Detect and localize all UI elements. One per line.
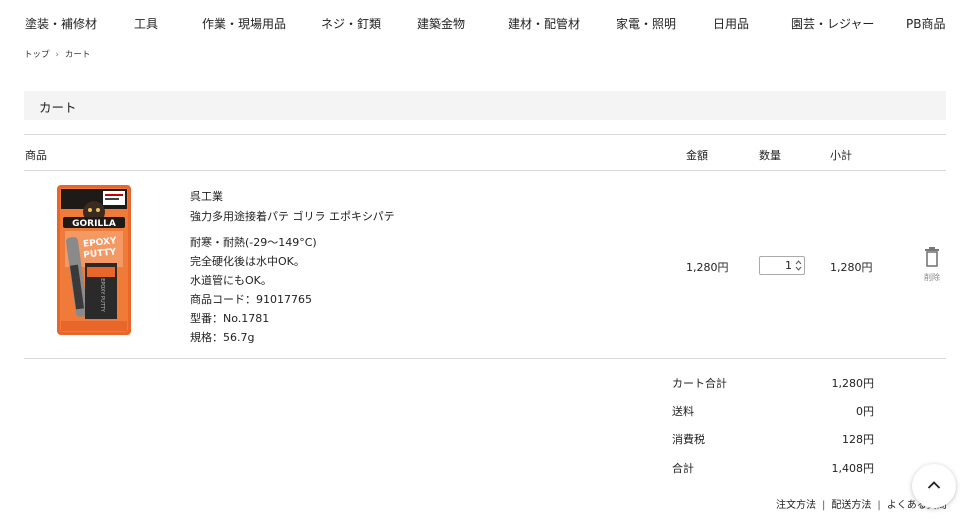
product-detail-1: 耐寒・耐熱(-29〜149°C) [190,236,317,249]
nav-item-worksite[interactable]: 作業・現場用品 [202,15,286,32]
nav-item-hardware[interactable]: 建築金物 [417,15,465,32]
product-spec: 規格：56.7g [190,331,255,344]
footer-link-order[interactable]: 注文方法 [776,500,816,511]
breadcrumb: トップ › カート [24,48,90,60]
product-maker: 呉工業 [190,190,223,203]
nav-item-pb[interactable]: PB商品 [906,15,945,32]
divider [24,170,946,171]
breadcrumb-home[interactable]: トップ [24,50,50,60]
header-subtotal: 小計 [830,149,852,162]
chevron-right-icon: › [55,50,59,60]
nav-item-materials[interactable]: 建材・配管材 [508,15,580,32]
nav-item-tools[interactable]: 工具 [134,15,158,32]
product-detail-2: 完全硬化後は水中OK。 [190,255,305,268]
nav-item-garden[interactable]: 園芸・レジャー [791,15,874,32]
item-subtotal: 1,280円 [830,261,873,274]
quantity-stepper[interactable]: 1 [759,256,805,275]
nav-item-appliances[interactable]: 家電・照明 [616,15,676,32]
shipping-value: 0円 [856,405,874,418]
page-title: カート [39,100,77,115]
cart-total-value: 1,280円 [831,377,875,390]
divider [24,134,946,135]
shipping-label: 送料 [672,405,694,418]
svg-text:EPOXY PUTTY: EPOXY PUTTY [99,278,105,313]
tax-value: 128円 [842,433,874,446]
breadcrumb-current: カート [64,50,91,60]
product-name-link[interactable]: 強力多用途接着パテ ゴリラ エポキシパテ [190,208,395,224]
header-product: 商品 [25,149,47,162]
cart-total-label: カート合計 [672,377,727,390]
spinner-arrows-icon[interactable] [795,259,802,272]
total-value: 1,408円 [831,462,875,475]
header-price: 金額 [686,149,708,162]
quantity-value[interactable]: 1 [785,259,792,272]
total-label: 合計 [672,462,694,475]
header-quantity: 数量 [759,149,781,162]
product-image[interactable]: GORILLA EPOXY PUTTY EPOXY PUTTY [57,185,131,335]
nav-item-paint[interactable]: 塗装・補修材 [25,15,97,32]
item-price: 1,280円 [686,261,729,274]
nav-item-daily[interactable]: 日用品 [713,15,749,32]
chevron-up-icon [927,481,941,489]
delete-label: 削除 [924,273,940,282]
nav-item-screws[interactable]: ネジ・釘類 [321,15,381,32]
product-model: 型番：No.1781 [190,312,270,325]
scroll-top-button[interactable] [912,464,956,508]
svg-text:GORILLA: GORILLA [72,219,116,229]
product-detail-3: 水道管にもOK。 [190,274,272,287]
gorilla-epoxy-package-image: GORILLA EPOXY PUTTY EPOXY PUTTY [57,185,131,335]
footer-link-shipping[interactable]: 配送方法 [831,500,871,511]
category-nav: 塗装・補修材 工具 作業・現場用品 ネジ・釘類 建築金物 建材・配管材 家電・照… [0,0,960,46]
product-code: 商品コード：91017765 [190,293,312,306]
trash-icon [925,247,939,267]
page-title-bar: カート [24,91,946,120]
divider [24,358,946,359]
tax-label: 消費税 [672,433,705,446]
delete-button[interactable]: 削除 [920,247,944,283]
